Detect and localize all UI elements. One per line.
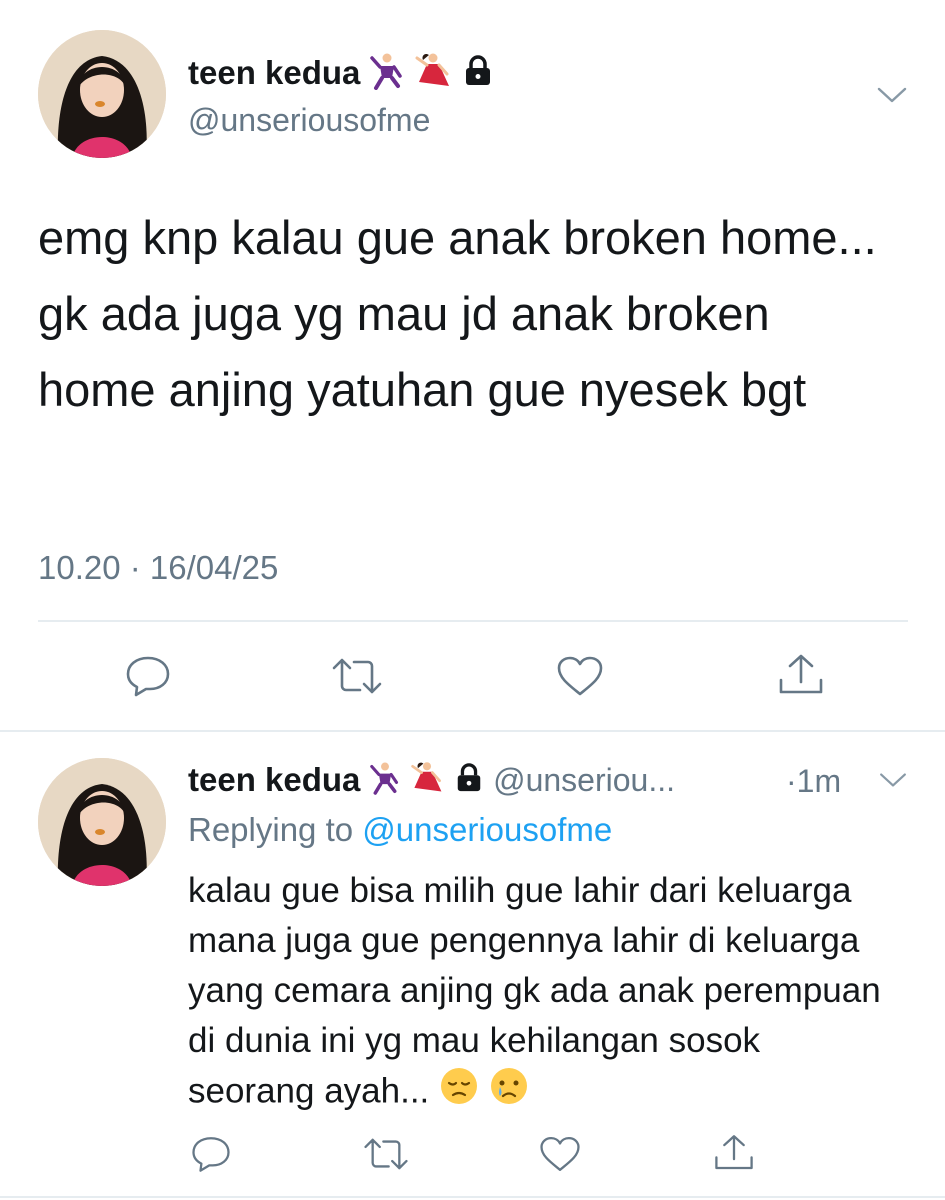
avatar[interactable]: [38, 30, 166, 158]
reply-handle[interactable]: @unseriou...: [493, 762, 675, 798]
reply-display-name[interactable]: teen kedua: [188, 761, 360, 798]
tweet-text: emg knp kalau gue anak broken home... gk…: [38, 211, 877, 416]
retweet-icon[interactable]: [362, 1136, 410, 1177]
handle[interactable]: @unseriousofme: [188, 102, 430, 138]
crying-face-icon: [489, 1066, 529, 1120]
reply-icon[interactable]: [124, 654, 172, 703]
divider: [38, 620, 908, 622]
reply-more-options[interactable]: [878, 770, 908, 790]
woman-dancing-icon: [409, 760, 445, 805]
reply-header: teen kedua @unseriou...: [188, 760, 888, 802]
share-icon[interactable]: [776, 652, 826, 703]
man-dancing-icon: [369, 760, 400, 805]
reply-text-block: kalau gue bisa milih gue lahir dari kelu…: [188, 866, 888, 1120]
reply-text: kalau gue bisa milih gue lahir dari kelu…: [188, 871, 881, 1111]
lock-icon: [462, 54, 494, 97]
more-options-chevron[interactable]: [876, 84, 908, 106]
chevron-down-icon: [880, 773, 906, 787]
display-name-text: teen kedua: [188, 54, 361, 92]
reply-actions: [0, 1132, 945, 1176]
share-icon[interactable]: [712, 1132, 756, 1179]
lock-icon: [454, 762, 484, 803]
section-divider: [0, 730, 945, 732]
avatar-photo: [38, 30, 166, 158]
chevron-down-icon: [877, 87, 907, 103]
display-name[interactable]: teen kedua: [188, 52, 494, 99]
tweet-actions: [0, 650, 945, 700]
replying-to-handle[interactable]: @unseriousofme: [362, 811, 612, 848]
woman-dancing-icon: [413, 52, 453, 99]
tweet-timestamp[interactable]: 10.20 · 16/04/25: [38, 548, 278, 588]
avatar-photo: [38, 758, 166, 886]
like-icon[interactable]: [555, 654, 605, 703]
pensive-face-icon: [439, 1066, 479, 1120]
replying-to: Replying to @unseriousofme: [188, 810, 612, 850]
retweet-icon[interactable]: [330, 656, 384, 701]
man-dancing-icon: [369, 52, 404, 99]
bottom-divider: [0, 1196, 945, 1198]
replying-to-label: Replying to: [188, 811, 354, 848]
reply-icon[interactable]: [190, 1134, 232, 1179]
like-icon[interactable]: [538, 1134, 582, 1179]
reply-avatar[interactable]: [38, 758, 166, 886]
reply-time[interactable]: ·1m: [786, 762, 841, 800]
